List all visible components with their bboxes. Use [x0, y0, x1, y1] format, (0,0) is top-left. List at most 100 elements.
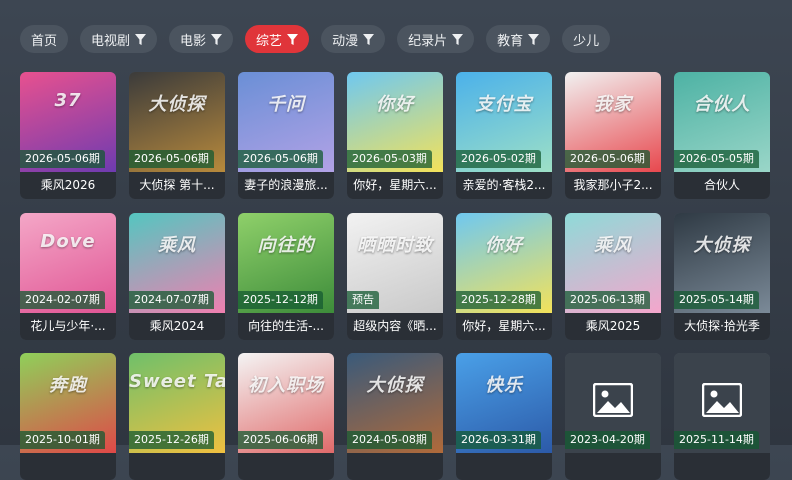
- program-card[interactable]: 合伙人 2026-05-05期 合伙人: [674, 72, 770, 199]
- program-card[interactable]: 我家 2026-05-06期我家那小子2...: [565, 72, 661, 199]
- filter-icon: [211, 33, 223, 45]
- thumbnail-logo-text: 支付宝: [475, 94, 533, 115]
- filter-icon: [287, 33, 299, 45]
- program-card[interactable]: 大侦探 2024-05-08期: [347, 353, 443, 480]
- episode-date-badge: 2023-04-20期: [565, 431, 650, 449]
- tab-label: 电视剧: [91, 33, 131, 49]
- program-card[interactable]: 千问 2026-05-06期妻子的浪漫旅...: [238, 72, 334, 199]
- category-tabs: 首页 电视剧 电影 综艺 动漫 纪录片 教育 少儿: [20, 25, 611, 53]
- episode-date-badge: 2024-05-08期: [347, 431, 432, 449]
- program-card[interactable]: 支付宝 2026-05-02期亲爱的·客栈2...: [456, 72, 552, 199]
- program-card[interactable]: 37 2026-05-06期乘风2026: [20, 72, 116, 199]
- program-card[interactable]: 快乐 2026-03-31期: [456, 353, 552, 480]
- image-placeholder-icon: [702, 383, 742, 417]
- thumbnail-logo-text: 合伙人: [693, 94, 751, 115]
- episode-date-badge: 2024-02-07期: [20, 291, 105, 309]
- program-card[interactable]: 2025-11-14期: [674, 353, 770, 480]
- thumbnail-logo-text: 你好: [376, 94, 414, 115]
- tab-4[interactable]: 动漫: [321, 25, 386, 53]
- filter-icon: [363, 33, 375, 45]
- tab-label: 综艺: [256, 33, 283, 49]
- thumbnail-logo-text: 我家: [594, 94, 632, 115]
- tab-6[interactable]: 教育: [486, 25, 551, 53]
- program-title: 妻子的浪漫旅...: [238, 172, 334, 199]
- episode-date-badge: 2026-05-02期: [456, 150, 541, 168]
- program-card[interactable]: Dove 2024-02-07期花儿与少年·...: [20, 213, 116, 340]
- thumbnail-logo-text: 快乐: [485, 375, 523, 396]
- episode-date-badge: 2026-05-06期: [565, 150, 650, 168]
- tab-label: 少儿: [573, 33, 600, 49]
- episode-date-badge: 2026-05-05期: [674, 150, 759, 168]
- program-title: 大侦探·拾光季: [674, 313, 770, 340]
- episode-date-badge: 2025-05-14期: [674, 291, 759, 309]
- tab-0[interactable]: 首页: [20, 25, 69, 53]
- thumbnail-logo-text: Sweet Task: [129, 371, 225, 392]
- program-card[interactable]: 向往的 2025-12-12期向往的生活-...: [238, 213, 334, 340]
- program-card[interactable]: 晒晒时致 预告 超级内容《晒...: [347, 213, 443, 340]
- thumbnail-logo-text: 你好: [485, 235, 523, 256]
- episode-date-badge: 预告: [347, 291, 379, 309]
- program-title: 大侦探 第十...: [129, 172, 225, 199]
- program-card[interactable]: Sweet Task 2025-12-26期: [129, 353, 225, 480]
- thumbnail-logo-text: 大侦探: [366, 375, 424, 396]
- program-card[interactable]: 乘风 2024-07-07期 乘风2024: [129, 213, 225, 340]
- tab-3[interactable]: 综艺: [245, 25, 310, 53]
- program-card[interactable]: 大侦探 2026-05-06期 大侦探 第十...: [129, 72, 225, 199]
- episode-date-badge: 2026-03-31期: [456, 431, 541, 449]
- tab-label: 首页: [31, 33, 58, 49]
- tab-label: 教育: [497, 33, 524, 49]
- episode-date-badge: 2026-05-03期: [347, 150, 432, 168]
- program-title: 合伙人: [674, 172, 770, 199]
- program-title: 乘风2025: [565, 313, 661, 340]
- program-title: 超级内容《晒...: [347, 313, 443, 340]
- program-title: [20, 453, 116, 480]
- program-title: [674, 453, 770, 480]
- episode-date-badge: 2025-06-06期: [238, 431, 323, 449]
- program-title: [129, 453, 225, 480]
- thumbnail-logo-text: 奔跑: [49, 375, 87, 396]
- program-title: 乘风2024: [129, 313, 225, 340]
- filter-icon: [452, 33, 464, 45]
- program-title: 亲爱的·客栈2...: [456, 172, 552, 199]
- program-card[interactable]: 奔跑 2025-10-01期: [20, 353, 116, 480]
- thumbnail-logo-text: 乘风: [158, 235, 196, 256]
- filter-icon: [528, 33, 540, 45]
- episode-date-badge: 2026-05-06期: [238, 150, 323, 168]
- tab-label: 电影: [180, 33, 207, 49]
- program-card[interactable]: 大侦探 2025-05-14期大侦探·拾光季: [674, 213, 770, 340]
- program-title: 你好，星期六...: [456, 313, 552, 340]
- episode-date-badge: 2025-11-14期: [674, 431, 759, 449]
- program-title: [456, 453, 552, 480]
- program-card[interactable]: 初入职场 2025-06-06期: [238, 353, 334, 480]
- episode-date-badge: 2025-06-13期: [565, 291, 650, 309]
- episode-date-badge: 2025-12-12期: [238, 291, 323, 309]
- program-title: 乘风2026: [20, 172, 116, 199]
- thumbnail-logo-text: 向往的: [257, 235, 315, 256]
- tab-7[interactable]: 少儿: [562, 25, 611, 53]
- tab-label: 动漫: [332, 33, 359, 49]
- thumbnail-logo-text: 大侦探: [148, 94, 206, 115]
- program-title: 向往的生活-...: [238, 313, 334, 340]
- thumbnail-logo-text: Dove: [40, 231, 96, 252]
- thumbnail-logo-text: 初入职场: [248, 375, 324, 396]
- thumbnail-logo-text: 千问: [267, 94, 305, 115]
- episode-date-badge: 2025-12-26期: [129, 431, 214, 449]
- tab-label: 纪录片: [408, 33, 448, 49]
- thumbnail-logo-text: 37: [54, 90, 82, 111]
- tab-5[interactable]: 纪录片: [397, 25, 475, 53]
- episode-date-badge: 2025-10-01期: [20, 431, 105, 449]
- program-card[interactable]: 你好 2025-12-28期你好，星期六...: [456, 213, 552, 340]
- tab-2[interactable]: 电影: [169, 25, 234, 53]
- program-title: 花儿与少年·...: [20, 313, 116, 340]
- program-title: 我家那小子2...: [565, 172, 661, 199]
- program-card[interactable]: 乘风 2025-06-13期乘风2025: [565, 213, 661, 340]
- program-title: [347, 453, 443, 480]
- program-card[interactable]: 你好 2026-05-03期 你好，星期六...: [347, 72, 443, 199]
- tab-1[interactable]: 电视剧: [80, 25, 158, 53]
- image-placeholder-icon: [593, 383, 633, 417]
- episode-date-badge: 2026-05-06期: [20, 150, 105, 168]
- thumbnail-logo-text: 大侦探: [693, 235, 751, 256]
- episode-date-badge: 2025-12-28期: [456, 291, 541, 309]
- thumbnail-logo-text: 乘风: [594, 235, 632, 256]
- program-card[interactable]: 2023-04-20期: [565, 353, 661, 480]
